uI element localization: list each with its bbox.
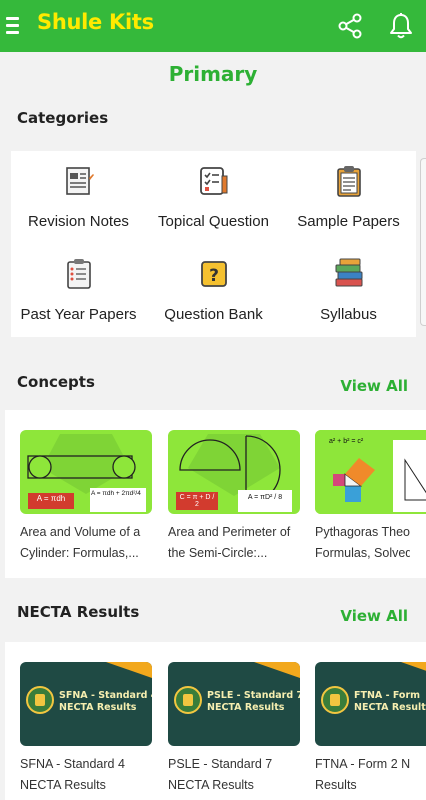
menu-icon[interactable] [6,14,22,36]
necta-card[interactable]: FTNA - Form NECTA Results FTNA - Form 2 … [315,642,426,800]
necta-heading: NECTA Results [17,603,140,621]
concept-card[interactable]: A = πdh A = πdh + 2πd²/4 Area and Volume… [20,410,152,578]
formula-label: A = πdh + 2πd²/4 [91,490,141,497]
banner-line: SFNA - Standard 4 [59,690,152,701]
app-title: Shule Kits [37,10,154,34]
svg-text:?: ? [209,266,219,286]
category-question-bank[interactable]: ? Question Bank [146,244,281,334]
notification-bell-icon[interactable] [386,11,416,41]
banner-line: NECTA Results [59,702,137,713]
formula-label: A = πD² / 8 [247,494,283,501]
concept-thumbnail: A = πdh A = πdh + 2πd²/4 [20,430,152,514]
formula-label: a² + b² = c² [329,438,364,445]
necta-caption: SFNA - Standard 4 NECTA Results [20,754,170,796]
caption-line: Area and Perimeter of [168,525,291,539]
category-label: Syllabus [320,306,377,323]
question-icon: ? [200,261,227,287]
necta-caption: FTNA - Form 2 N Results [315,754,410,796]
formula-label: A = πdh [36,494,66,503]
checklist-icon [199,167,227,195]
categories-grid: Revision Notes Topical Question Sample P… [11,151,416,337]
necta-seal-icon [321,686,349,714]
necta-thumbnail: SFNA - Standard 4 NECTA Results [20,662,152,746]
necta-card[interactable]: SFNA - Standard 4 NECTA Results SFNA - S… [20,642,152,800]
concept-caption: Pythagoras Theo Formulas, Solved [315,522,410,564]
banner-line: PSLE - Standard 7 [207,690,300,701]
corner-ribbon [254,662,300,678]
corner-ribbon [401,662,426,678]
caption-line: Formulas, Solved [315,546,410,560]
concept-card[interactable]: a² + b² = c² Pythagoras Theo Formulas, S… [315,410,426,578]
category-label: Question Bank [164,306,263,323]
necta-thumbnail: FTNA - Form NECTA Results [315,662,426,746]
necta-banner-text: PSLE - Standard 7 NECTA Results [207,690,300,714]
page-title: Primary [168,62,258,86]
caption-line: Area and Volume of a [20,525,141,539]
banner-line: FTNA - Form [354,690,421,701]
notes-icon [65,167,94,195]
necta-view-all-link[interactable]: View All [340,607,408,625]
necta-seal-icon [26,686,54,714]
concept-thumbnail: C = π + D / 2 A = πD² / 8 [168,430,300,514]
caption-line: Pythagoras Theo [315,525,410,539]
concept-caption: Area and Perimeter of the Semi-Circle:..… [168,522,318,564]
app-bar: Shule Kits [0,0,426,52]
category-sample-papers[interactable]: Sample Papers [281,151,416,241]
banner-line: NECTA Results [207,702,285,713]
necta-carousel[interactable]: SFNA - Standard 4 NECTA Results SFNA - S… [5,642,426,800]
concepts-carousel[interactable]: A = πdh A = πdh + 2πd²/4 Area and Volume… [5,410,426,578]
concept-caption: Area and Volume of a Cylinder: Formulas,… [20,522,170,564]
necta-seal-icon [174,686,202,714]
corner-ribbon [106,662,152,678]
caption-line: NECTA Results [168,778,254,792]
exam-paper-icon [66,259,91,289]
scrollbar[interactable] [420,158,426,326]
caption-line: FTNA - Form 2 N [315,757,410,771]
caption-line: Cylinder: Formulas,... [20,546,139,560]
category-revision-notes[interactable]: Revision Notes [11,151,146,241]
banner-line: NECTA Results [354,702,426,713]
necta-banner-text: SFNA - Standard 4 NECTA Results [59,690,152,714]
share-icon[interactable] [336,12,364,40]
category-label: Past Year Papers [20,306,137,323]
clipboard-icon [336,166,361,197]
caption-line: the Semi-Circle:... [168,546,268,560]
caption-line: PSLE - Standard 7 [168,757,273,771]
category-topical-question[interactable]: Topical Question [146,151,281,241]
caption-line: Results [315,778,357,792]
necta-caption: PSLE - Standard 7 NECTA Results [168,754,318,796]
books-icon [335,258,362,287]
category-past-year-papers[interactable]: Past Year Papers [11,244,146,334]
necta-thumbnail: PSLE - Standard 7 NECTA Results [168,662,300,746]
category-label: Topical Question [158,213,269,230]
concepts-view-all-link[interactable]: View All [340,377,408,395]
necta-banner-text: FTNA - Form NECTA Results [354,690,426,714]
concepts-heading: Concepts [17,373,95,391]
category-label: Revision Notes [28,213,129,230]
concept-thumbnail: a² + b² = c² [315,430,426,514]
category-label: Sample Papers [297,213,400,230]
formula-label: C = π + D / 2 [179,494,215,508]
category-syllabus[interactable]: Syllabus [281,244,416,334]
concept-card[interactable]: C = π + D / 2 A = πD² / 8 Area and Perim… [168,410,300,578]
necta-card[interactable]: PSLE - Standard 7 NECTA Results PSLE - S… [168,642,300,800]
caption-line: SFNA - Standard 4 [20,757,125,771]
caption-line: NECTA Results [20,778,106,792]
categories-heading: Categories [17,109,109,127]
